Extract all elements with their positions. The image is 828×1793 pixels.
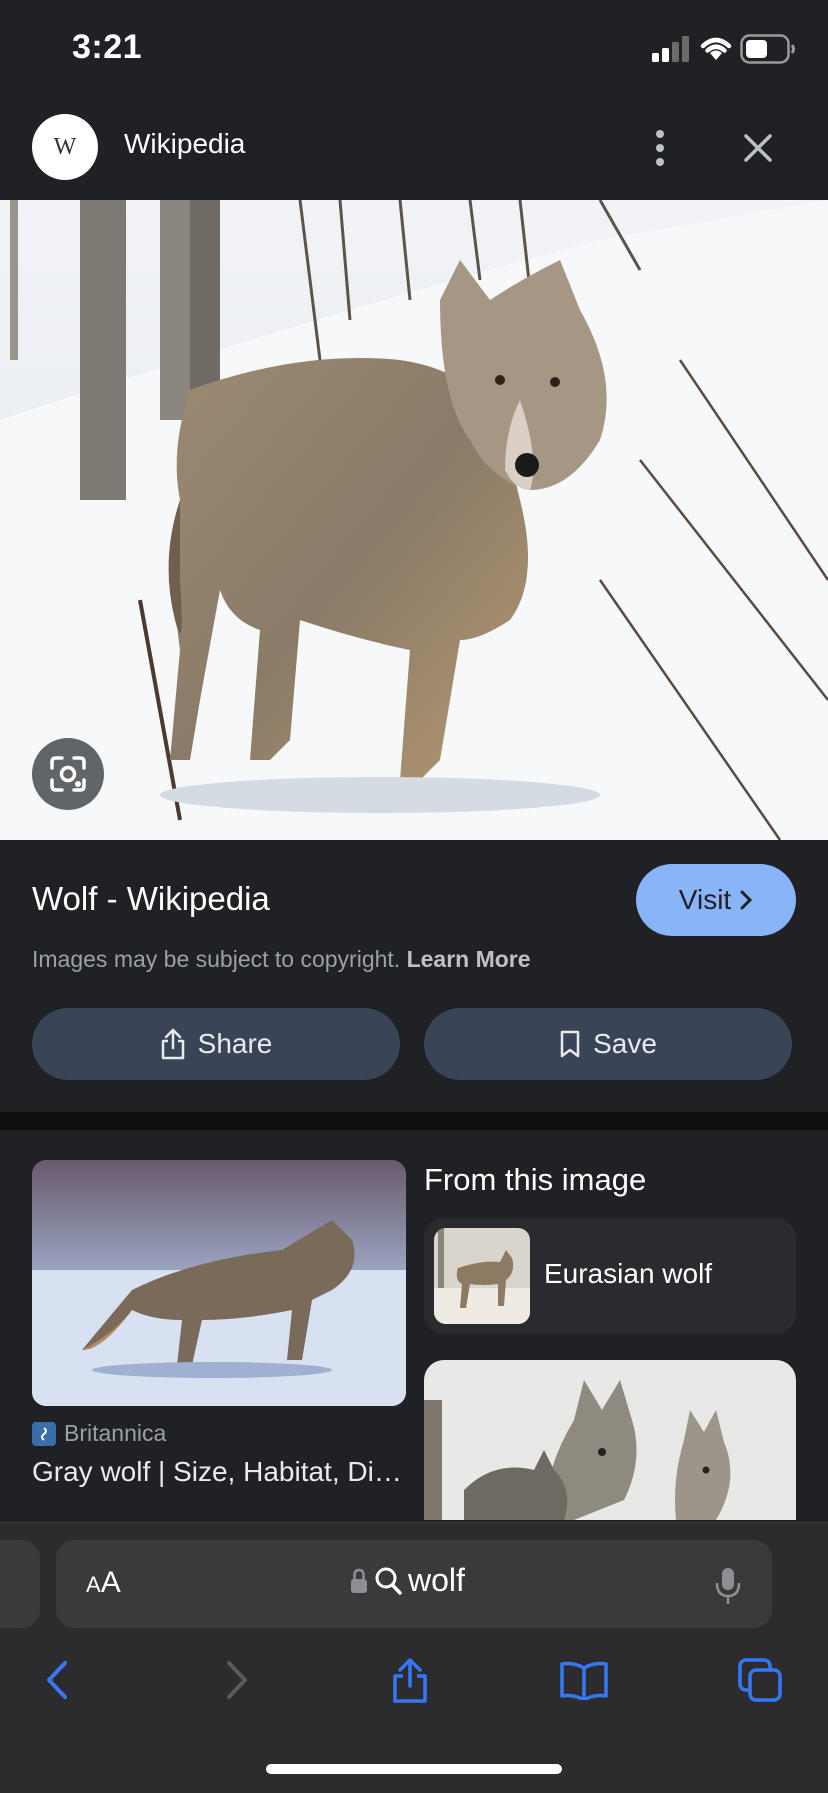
close-icon[interactable]	[734, 124, 782, 172]
share-button[interactable]: Share	[32, 1008, 400, 1080]
entity-label: Eurasian wolf	[544, 1258, 713, 1289]
share-icon	[393, 1658, 427, 1703]
tabs-button[interactable]	[732, 1652, 788, 1708]
browser-share-button[interactable]	[382, 1652, 438, 1708]
back-icon	[47, 1661, 67, 1699]
from-this-image-heading: From this image	[424, 1162, 647, 1197]
lens-icon	[50, 756, 86, 792]
related-source[interactable]: Britannica	[32, 1420, 166, 1447]
result-title[interactable]: Wolf - Wikipedia	[32, 880, 270, 918]
save-button[interactable]: Save	[424, 1008, 792, 1080]
wifi-icon	[700, 37, 732, 60]
related-image-britannica[interactable]	[32, 1160, 406, 1406]
learn-more-link[interactable]: Learn More	[407, 946, 531, 972]
status-time: 3:21	[72, 28, 143, 66]
source-name: Britannica	[64, 1420, 167, 1446]
wolf-main-image[interactable]	[0, 200, 828, 840]
more-vert-icon[interactable]	[640, 124, 680, 172]
site-name[interactable]: Wikipedia	[124, 128, 245, 160]
bookmarks-icon	[560, 1661, 608, 1700]
visit-label: Visit	[678, 884, 732, 915]
share-label: Share	[197, 1028, 273, 1059]
search-icon	[375, 1567, 402, 1595]
bookmark-icon	[560, 1030, 580, 1058]
bookmarks-button[interactable]	[556, 1652, 612, 1708]
britannica-icon	[32, 1421, 56, 1446]
forward-button[interactable]	[208, 1652, 264, 1708]
section-divider	[0, 1112, 828, 1130]
share-icon	[161, 1028, 184, 1060]
visual-match-card[interactable]	[424, 1360, 796, 1520]
search-query: wolf	[408, 1562, 465, 1598]
signal-icon	[652, 36, 689, 62]
tabs-icon	[738, 1658, 782, 1702]
forward-icon	[227, 1661, 247, 1699]
mic-icon[interactable]	[712, 1566, 744, 1606]
lens-button[interactable]	[32, 738, 104, 810]
save-label: Save	[593, 1028, 657, 1059]
chevron-right-icon	[740, 890, 753, 910]
copyright-notice: Images may be subject to copyright. Lear…	[32, 946, 531, 972]
eurasian-wolf-thumbnail	[434, 1228, 530, 1324]
address-query[interactable]: wolf	[350, 1562, 465, 1599]
lock-icon	[351, 1568, 367, 1593]
battery-icon	[740, 34, 795, 64]
visit-button[interactable]: Visit	[636, 864, 796, 936]
back-button[interactable]	[30, 1652, 86, 1708]
page-settings-button[interactable]: AA	[86, 1566, 121, 1600]
home-indicator[interactable]	[266, 1764, 562, 1774]
wikipedia-logo: W	[32, 114, 98, 180]
related-title[interactable]: Gray wolf | Size, Habitat, Diet, & Facts…	[32, 1456, 412, 1488]
previous-tab-peek[interactable]	[0, 1540, 40, 1628]
